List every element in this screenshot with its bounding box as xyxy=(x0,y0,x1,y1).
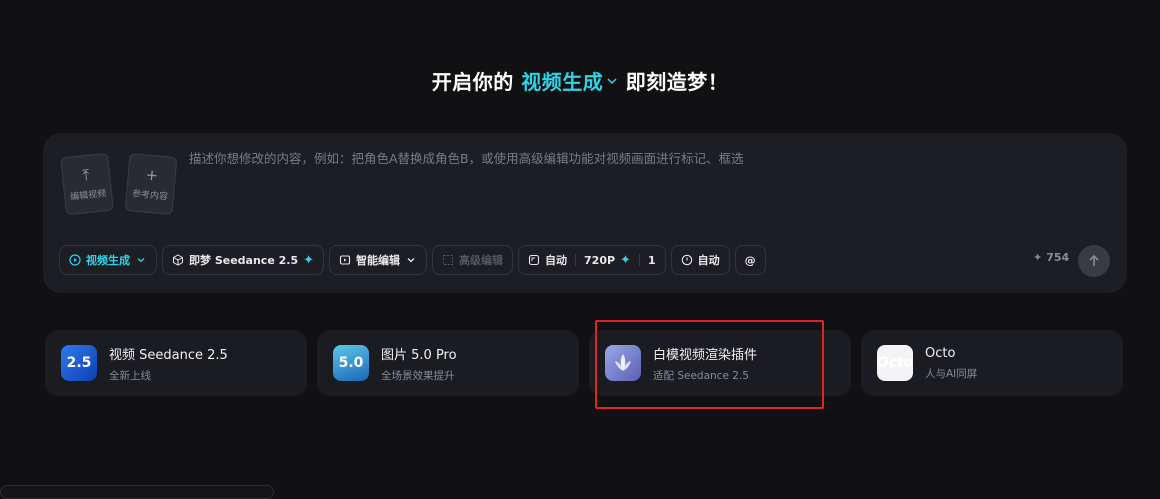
credits-sparkle-icon: ✦ xyxy=(1033,251,1043,264)
card-title: 视频 Seedance 2.5 xyxy=(109,347,228,363)
card-title: Octo xyxy=(925,345,956,361)
sparkle-icon: ✦ xyxy=(303,252,315,268)
card-text: 图片 5.0 Pro 全场景效果提升 xyxy=(381,344,457,383)
upload-icon: ⤒ xyxy=(81,165,91,185)
feature-card-octo[interactable]: Octo Octo 人与AI同屏 xyxy=(861,330,1123,396)
chevron-down-icon xyxy=(137,258,145,263)
reference-label: 参考内容 xyxy=(131,189,169,203)
feature-card-seedance-video[interactable]: 2.5 视频 Seedance 2.5 全新上线 xyxy=(45,330,307,396)
smart-edit-label: 智能编辑 xyxy=(356,254,401,267)
output-settings-button[interactable]: 自动 720P ✦ 1 xyxy=(518,245,666,275)
headline-suffix: 即刻造梦！ xyxy=(625,70,729,94)
card-thumbnail: 5.0 xyxy=(333,345,369,381)
resolution-label: 720P xyxy=(584,253,616,267)
mode-select-button[interactable]: 视频生成 xyxy=(59,245,157,275)
divider xyxy=(575,254,577,266)
mention-button[interactable]: @ xyxy=(734,245,766,275)
count-label: 1 xyxy=(647,253,656,267)
mention-label: @ xyxy=(744,253,756,267)
reference-content-card[interactable]: + 参考内容 xyxy=(124,153,178,215)
headline-prefix: 开启你的 xyxy=(431,70,514,94)
mode-dropdown[interactable]: 视频生成 xyxy=(521,66,618,95)
card-subtitle: 适配 Seedance 2.5 xyxy=(653,369,749,382)
card-text: 白模视频渲染插件 适配 Seedance 2.5 xyxy=(653,344,757,383)
model-select-label: 即梦 Seedance 2.5 xyxy=(189,254,299,267)
chevron-down-icon xyxy=(407,258,415,263)
page-headline: 开启你的 视频生成 即刻造梦！ xyxy=(0,66,1160,95)
card-text: Octo 人与AI同屏 xyxy=(925,346,977,381)
mode-dropdown-label: 视频生成 xyxy=(521,70,604,94)
card-thumbnail: Octo xyxy=(877,345,913,381)
smart-edit-button[interactable]: 智能编辑 xyxy=(329,245,428,275)
advanced-edit-button[interactable]: 高级编辑 xyxy=(432,245,514,275)
mode-select-label: 视频生成 xyxy=(86,254,130,267)
cube-icon xyxy=(173,254,183,266)
card-subtitle: 全新上线 xyxy=(109,369,151,382)
composer-panel: ⤒ 编辑视频 + 参考内容 视频生成 即梦 Seedance 2.5 ✦ 智能编… xyxy=(43,133,1127,293)
feature-cards: 2.5 视频 Seedance 2.5 全新上线 5.0 图片 5.0 Pro … xyxy=(45,330,1125,396)
feature-card-image-pro[interactable]: 5.0 图片 5.0 Pro 全场景效果提升 xyxy=(317,330,579,396)
plus-icon: + xyxy=(144,165,159,185)
sparkle-icon: ✦ xyxy=(620,252,631,268)
card-title: 图片 5.0 Pro xyxy=(381,347,457,363)
chevron-down-icon xyxy=(607,77,617,84)
ratio-label: 自动 xyxy=(545,254,568,267)
send-button[interactable] xyxy=(1078,245,1110,277)
edit-video-icon xyxy=(339,255,351,265)
upload-video-card[interactable]: ⤒ 编辑视频 xyxy=(60,152,114,216)
duration-button[interactable]: 自动 xyxy=(670,245,730,275)
card-subtitle: 全场景效果提升 xyxy=(381,369,455,382)
card-title: 白模视频渲染插件 xyxy=(653,347,758,363)
card-text: 视频 Seedance 2.5 全新上线 xyxy=(109,344,228,383)
upload-video-label: 编辑视频 xyxy=(69,189,107,203)
video-mode-icon xyxy=(69,254,81,266)
feature-card-render-plugin[interactable]: 白模视频渲染插件 适配 Seedance 2.5 xyxy=(589,330,851,396)
aspect-ratio-icon xyxy=(528,254,540,266)
arrow-up-icon xyxy=(1089,254,1099,266)
divider xyxy=(638,254,640,266)
card-subtitle: 人与AI同屏 xyxy=(925,367,978,380)
card-thumbnail: 2.5 xyxy=(61,345,97,381)
bottom-panel-edge xyxy=(0,485,274,499)
advanced-edit-label: 高级编辑 xyxy=(459,254,504,267)
composer-toolbar: 视频生成 即梦 Seedance 2.5 ✦ 智能编辑 高级编辑 自动 720P… xyxy=(59,245,766,277)
credits-value: 754 xyxy=(1046,251,1070,264)
model-select-button[interactable]: 即梦 Seedance 2.5 ✦ xyxy=(162,245,325,275)
selection-frame-icon xyxy=(443,255,454,265)
duration-label: 自动 xyxy=(697,254,720,267)
prompt-input[interactable] xyxy=(189,151,1089,166)
lily-flower-icon xyxy=(605,345,641,381)
clock-icon xyxy=(681,254,692,266)
credits-counter: ✦ 754 xyxy=(1033,251,1069,264)
